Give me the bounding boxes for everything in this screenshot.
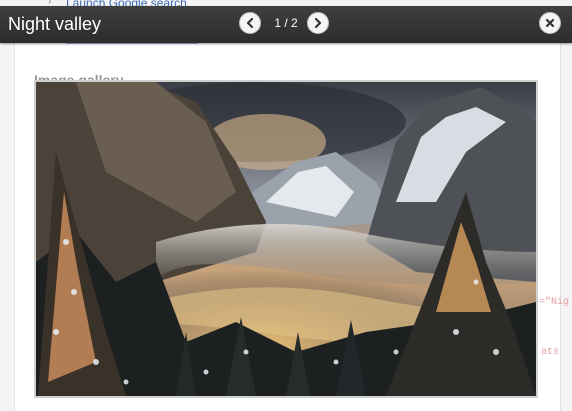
chevron-right-icon [314, 17, 322, 29]
close-button[interactable] [539, 12, 561, 34]
close-icon [545, 18, 555, 28]
lightbox-titlebar: Night valley 1 / 2 [0, 6, 572, 43]
chevron-left-icon [246, 17, 254, 29]
background-code-1: ="Nig [539, 297, 570, 308]
gallery-image-frame [34, 80, 538, 398]
previous-image-button[interactable] [239, 12, 261, 34]
background-divider [66, 43, 198, 44]
next-image-button[interactable] [307, 12, 329, 34]
background-code-2: ats [541, 347, 560, 358]
lightbox-title: Night valley [8, 14, 102, 34]
gallery-image [36, 82, 536, 396]
image-counter: 1 / 2 [274, 16, 298, 30]
